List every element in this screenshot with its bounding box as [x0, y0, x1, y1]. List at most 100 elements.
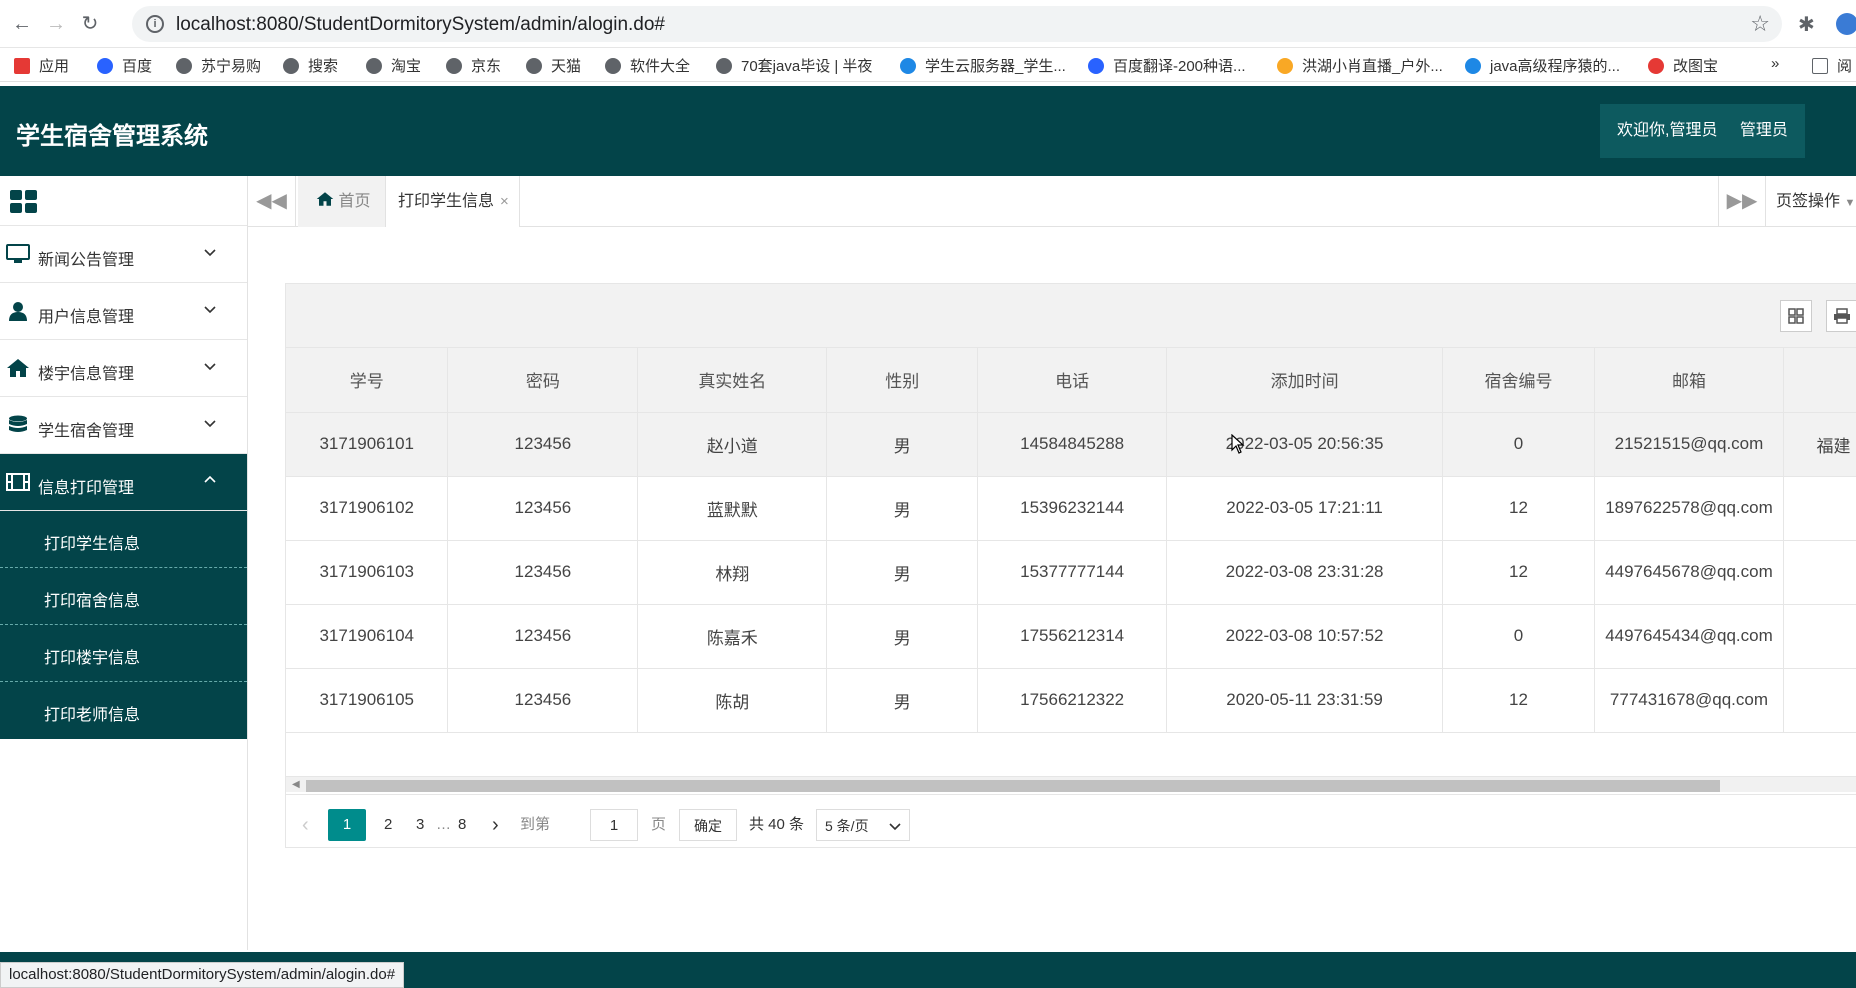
scroll-left-icon[interactable]: ◀ — [292, 779, 300, 790]
sidebar-item-users[interactable]: 用户信息管理 — [0, 283, 247, 340]
bookmark-item[interactable]: 苏宁易购 — [176, 55, 261, 76]
browser-address-bar: ← → ↻ i localhost:8080/StudentDormitoryS… — [0, 0, 1856, 48]
table-cell: 陈胡 — [637, 668, 828, 733]
table-cell: 123456 — [447, 668, 639, 733]
table-header-row: 学号 密码 真实姓名 性别 电话 添加时间 宿舍编号 邮箱 — [286, 348, 1856, 413]
scroll-thumb[interactable] — [306, 780, 1720, 792]
horizontal-scrollbar[interactable]: ◀ — [286, 776, 1856, 792]
sidebar-subitem-print-teachers[interactable]: 打印老师信息 — [0, 682, 247, 739]
sidebar-subitem-print-dorms[interactable]: 打印宿舍信息 — [0, 568, 247, 625]
sidebar-item-news[interactable]: 新闻公告管理 — [0, 226, 247, 283]
bookmark-item[interactable]: java高级程序猿的... — [1465, 55, 1620, 76]
bookmark-item[interactable]: 京东 — [446, 55, 501, 76]
bookmark-item[interactable]: 百度翻译-200种语... — [1088, 55, 1246, 76]
table-row[interactable]: 3171906104 123456 陈嘉禾男 17556212314 2022-03-0… — [286, 604, 1856, 669]
bookmarks-bar: 应用 百度 苏宁易购 搜索 淘宝 京东 天猫 软件大全 70套java毕设 | 半夜 学生云服务器… — [0, 48, 1856, 82]
table-row[interactable]: 3171906102 123456 蓝默默男 15396232144 2022-03-0… — [286, 476, 1856, 541]
tab-ops-label: 页签操作 — [1776, 193, 1841, 210]
reload-icon[interactable]: ↻ — [78, 12, 102, 36]
column-header[interactable]: 电话 — [977, 348, 1168, 413]
bookmark-item[interactable]: 搜索 — [283, 55, 338, 76]
bookmark-icon — [1648, 57, 1664, 74]
goto-label: 到第 — [520, 816, 551, 833]
table-cell: 2020-05-11 23:31:59 — [1166, 668, 1444, 733]
sidebar-item-dorms[interactable]: 学生宿舍管理 — [0, 397, 247, 454]
more-bookmarks-icon[interactable]: » — [1771, 55, 1779, 72]
bookmark-item[interactable]: 软件大全 — [605, 55, 690, 76]
tabs-scroll-left-icon[interactable]: ◀◀ — [248, 176, 296, 227]
bookmark-item[interactable]: 学生云服务器_学生... — [900, 55, 1066, 76]
info-icon[interactable]: i — [146, 15, 164, 33]
tab-ops-dropdown[interactable]: 页签操作 ▼ — [1776, 176, 1855, 227]
page-size-select[interactable]: 5 条/页 — [816, 809, 910, 841]
sidebar-toggle[interactable] — [0, 176, 247, 226]
bookmark-label: 京东 — [471, 58, 502, 75]
prev-page-icon[interactable]: ‹ — [302, 809, 309, 841]
profile-avatar[interactable] — [1836, 13, 1856, 35]
column-header[interactable]: 真实姓名 — [637, 348, 828, 413]
user-menu[interactable]: 欢迎你,管理员 管理员 — [1600, 104, 1805, 158]
chevron-down-icon — [889, 823, 901, 831]
column-header[interactable]: 邮箱 — [1594, 348, 1784, 413]
column-header[interactable]: 性别 — [826, 348, 979, 413]
chevron-down-icon — [204, 363, 216, 371]
next-page-icon[interactable]: › — [492, 809, 499, 841]
sidebar-subitem-print-buildings[interactable]: 打印楼宇信息 — [0, 625, 247, 682]
goto-confirm-button[interactable]: 确定 — [679, 809, 737, 841]
page-button[interactable]: 2 — [384, 809, 392, 841]
table-row[interactable]: 3171906105 123456 陈胡男 17566212322 2020-05-11… — [286, 668, 1856, 733]
bookmark-item[interactable]: 淘宝 — [366, 55, 421, 76]
bookmark-item[interactable]: 改图宝 — [1648, 55, 1718, 76]
tab-home[interactable]: 首页 — [298, 176, 386, 227]
extensions-icon[interactable]: ✱ — [1798, 12, 1815, 37]
page-button[interactable]: 3 — [416, 809, 424, 841]
bookmark-label: 百度 — [122, 58, 153, 75]
column-header[interactable] — [1783, 348, 1856, 413]
table-row[interactable]: 3171906101 123456 赵小道男 14584845288 2022-03-0… — [286, 412, 1856, 477]
star-icon[interactable]: ☆ — [1750, 11, 1770, 37]
back-icon[interactable]: ← — [10, 12, 34, 36]
goto-page-input[interactable]: 1 — [590, 809, 638, 841]
url-field[interactable]: i localhost:8080/StudentDormitorySystem/… — [132, 6, 1782, 42]
table-row[interactable]: 3171906103 123456 林翔男 15377777144 2022-03-08… — [286, 540, 1856, 605]
page-button[interactable]: 8 — [458, 809, 466, 841]
table-cell: 男 — [826, 604, 979, 669]
user-role[interactable]: 管理员 — [1740, 122, 1788, 139]
bookmark-item[interactable]: 百度 — [97, 55, 152, 76]
sidebar-subitem-print-students[interactable]: 打印学生信息 — [0, 511, 247, 568]
bookmark-item[interactable]: 天猫 — [526, 55, 581, 76]
page-size-value: 5 条/页 — [825, 818, 869, 834]
table-cell: 赵小道 — [637, 412, 828, 477]
column-header[interactable]: 宿舍编号 — [1442, 348, 1595, 413]
close-icon[interactable]: × — [500, 193, 509, 210]
bookmark-item[interactable]: 洪湖小肖直播_户外... — [1277, 55, 1443, 76]
sidebar-item-print[interactable]: 信息打印管理 — [0, 454, 247, 511]
table-cell: 3171906104 — [286, 604, 449, 669]
data-table-card: 学号 密码 真实姓名 性别 电话 添加时间 宿舍编号 邮箱 3171906101… — [285, 283, 1856, 848]
monitor-icon — [6, 244, 30, 264]
table-cell: 123456 — [447, 540, 639, 605]
column-header[interactable]: 密码 — [447, 348, 639, 413]
tab-print-students[interactable]: 打印学生信息 × — [386, 176, 520, 227]
grid-icon[interactable] — [10, 190, 38, 214]
table-cell: 777431678@qq.com — [1594, 668, 1784, 733]
columns-icon[interactable] — [1780, 300, 1812, 332]
print-icon[interactable] — [1826, 300, 1856, 332]
table-cell — [1783, 668, 1856, 733]
forward-icon[interactable]: → — [44, 12, 68, 36]
tabs-scroll-right-icon[interactable]: ▶▶ — [1718, 176, 1766, 227]
student-table: 学号 密码 真实姓名 性别 电话 添加时间 宿舍编号 邮箱 3171906101… — [286, 348, 1856, 733]
sidebar-item-buildings[interactable]: 楼宇信息管理 — [0, 340, 247, 397]
table-cell: 123456 — [447, 476, 639, 541]
reading-list-button[interactable]: 阅 — [1812, 55, 1852, 76]
url-text[interactable]: localhost:8080/StudentDormitorySystem/ad… — [176, 14, 665, 36]
page-button-current[interactable]: 1 — [328, 809, 366, 841]
table-cell — [1783, 604, 1856, 669]
column-header[interactable]: 学号 — [286, 348, 449, 413]
column-header[interactable]: 添加时间 — [1166, 348, 1444, 413]
bookmark-item[interactable]: 应用 — [14, 55, 69, 76]
bookmark-item[interactable]: 70套java毕设 | 半夜 — [716, 55, 872, 76]
sidebar-subitem-label: 打印宿舍信息 — [44, 593, 141, 610]
bookmark-icon — [366, 57, 382, 74]
table-cell: 福建 — [1783, 412, 1856, 477]
